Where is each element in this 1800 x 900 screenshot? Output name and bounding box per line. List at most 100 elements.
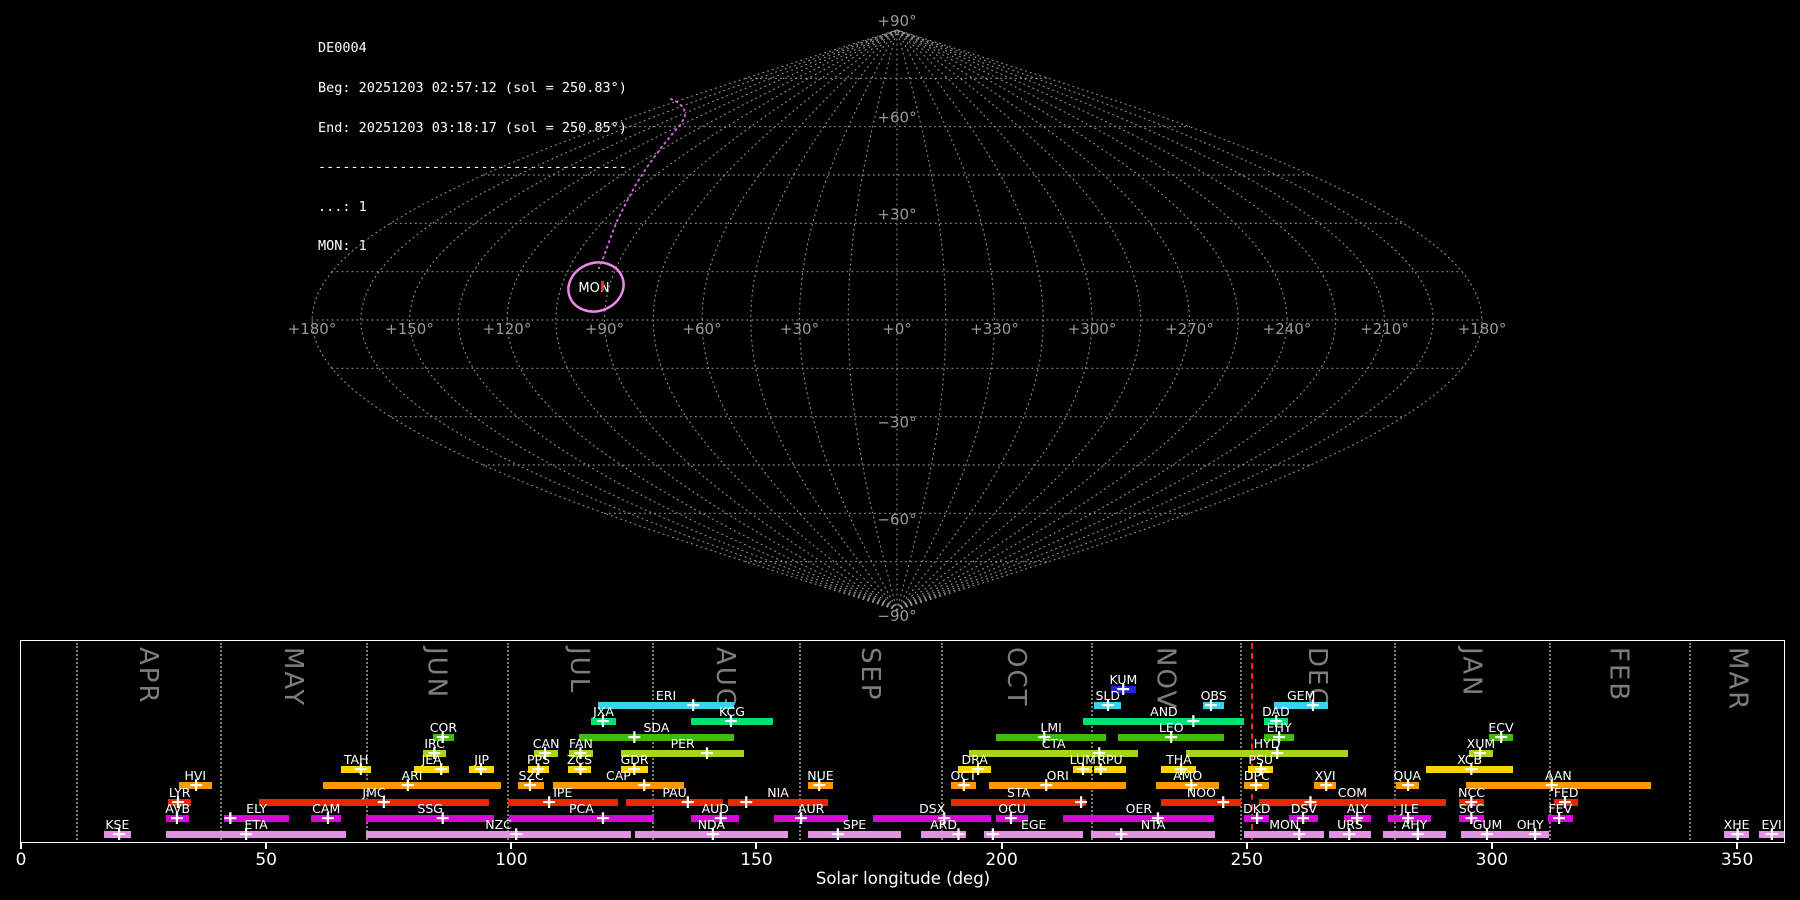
sky-lon-label: +60° [682,320,721,338]
shower-peak-marker-SSG: + [434,806,451,829]
shower-label-STA: STA [1006,784,1031,800]
sky-lon-label: +300° [1068,320,1117,338]
month-label-MAR: MAR [1722,647,1753,712]
month-label-MAY: MAY [277,647,308,708]
shower-peak-marker-SPE: + [829,822,846,845]
shower-peak-marker-KCG: + [723,709,739,732]
shower-label-COM: COM [1337,784,1368,800]
shower-bar-ETA [166,830,347,838]
shower-peak-marker-CAM: + [319,806,336,829]
shower-peak-marker-PER: + [698,741,715,764]
sky-lat-label: −90° [877,607,916,625]
shower-peak-marker-OHY: + [1527,822,1544,845]
x-tick-label-200: 200 [985,850,1018,870]
x-tick-label-300: 300 [1475,850,1509,870]
shower-peak-marker-EGE: + [984,822,1001,845]
sky-lon-label: +210° [1360,320,1409,338]
shower-peak-marker-JXA: + [595,709,611,732]
shower-label-OER: OER [1125,800,1153,816]
shower-peak-marker-ARD: + [950,822,967,845]
shower-label-SPE: SPE [842,816,867,832]
x-tick-label-150: 150 [740,850,773,870]
month-label-FEB: FEB [1603,647,1634,703]
shower-bar-NZC [366,830,631,838]
x-tick-50 [265,843,268,849]
shower-peak-marker-LEO: + [1163,725,1180,748]
x-tick-200 [1000,843,1003,849]
sky-lon-label: +180° [288,320,337,338]
x-tick-label-100: 100 [495,850,528,870]
shower-label-DSX: DSX [919,800,946,816]
month-boundary-APR [75,643,78,840]
shower-label-CTA: CTA [1041,735,1066,751]
shower-peak-marker-SLD: + [1100,693,1116,716]
meteor-radiant-app: DE0004 Beg: 20251203 02:57:12 (sol = 250… [0,0,1800,900]
sky-lon-label: +30° [780,320,819,338]
shower-peak-marker-OCT: + [955,773,972,796]
shower-label-PAU: PAU [662,784,687,800]
sky-lat-label: −60° [877,510,916,528]
x-tick-label-50: 50 [255,850,277,870]
sky-lon-label: +240° [1263,320,1312,338]
shower-label-IPE: IPE [553,784,573,800]
shower-label-NZC: NZC [485,816,512,832]
sky-lon-label: +0° [882,320,912,338]
sky-map: +180° +150° +120° +90° +60° +30° +0° +330° +300°… [288,12,1507,625]
shower-label-HYD: HYD [1253,735,1281,751]
shower-peak-marker-KSE: + [111,822,128,845]
sky-lon-label: +270° [1165,320,1214,338]
month-label-JUN: JUN [421,647,452,700]
radiant-label: MON [578,281,609,296]
shower-peak-marker-QUA: + [1400,773,1417,796]
shower-label-ETA: ETA [244,816,268,832]
shower-bar-MON [1244,830,1325,838]
shower-bar-NTA [1090,830,1216,838]
sky-lat-label: −30° [877,414,916,432]
x-tick-label-250: 250 [1230,850,1263,870]
x-tick-250 [1245,843,1248,849]
month-label-APR: APR [132,647,163,705]
shower-peak-marker-EVI: + [1763,822,1780,845]
sky-lon-label: +90° [585,320,624,338]
x-tick-350 [1736,843,1739,849]
shower-label-AUR: AUR [797,800,825,816]
month-boundary-MAR [1688,643,1691,840]
month-label-SEP: SEP [854,647,885,702]
shower-peak-marker-PCA: + [595,806,611,829]
shower-peak-marker-ETA: + [238,822,255,845]
sky-lat-label: +30° [877,205,916,223]
shower-label-PCA: PCA [569,800,594,816]
x-tick-150 [755,843,758,849]
shower-label-EGE: EGE [1020,816,1047,832]
x-tick-300 [1490,843,1493,849]
shower-label-NOO: NOO [1186,784,1216,800]
sky-lon-label: +150° [385,320,434,338]
sky-lat-label: +90° [877,12,916,30]
shower-peak-marker-URS: + [1341,822,1358,845]
activity-timeline-chart: APR MAY JUN JUL AUG SEP OCT NOV DEC JAN FEB MAR KUM +… [20,640,1785,843]
shower-label-GEM: GEM [1287,687,1316,703]
radiant-marker [601,281,604,291]
shower-label-SSG: SSG [417,800,443,816]
shower-label-ARD: ARD [930,816,957,832]
shower-peak-marker-NDA: + [704,822,721,845]
sky-lat-label: +60° [877,109,916,127]
shower-peak-marker-NTA: + [1113,822,1130,845]
month-label-JAN: JAN [1456,647,1487,698]
x-tick-100 [510,843,513,849]
shower-peak-marker-AVB: + [168,806,185,829]
month-label-JUL: JUL [564,647,595,695]
sky-lon-label: +180° [1458,320,1507,338]
x-tick-label-0: 0 [15,850,27,870]
x-axis-title: Solar longitude (deg) [815,869,991,888]
shower-peak-marker-XCB: + [1463,757,1480,780]
shower-label-ORI: ORI [1046,767,1069,783]
x-tick-0 [20,843,22,849]
sky-lon-label: +120° [483,320,532,338]
shower-bar-SPE [807,830,902,838]
shower-peak-marker-STA: + [1073,790,1089,813]
shower-peak-marker-NZC: + [508,822,525,845]
shower-peak-marker-AUR: + [793,806,810,829]
x-tick-label-350: 350 [1720,850,1754,870]
sky-lon-label: +330° [970,320,1019,338]
